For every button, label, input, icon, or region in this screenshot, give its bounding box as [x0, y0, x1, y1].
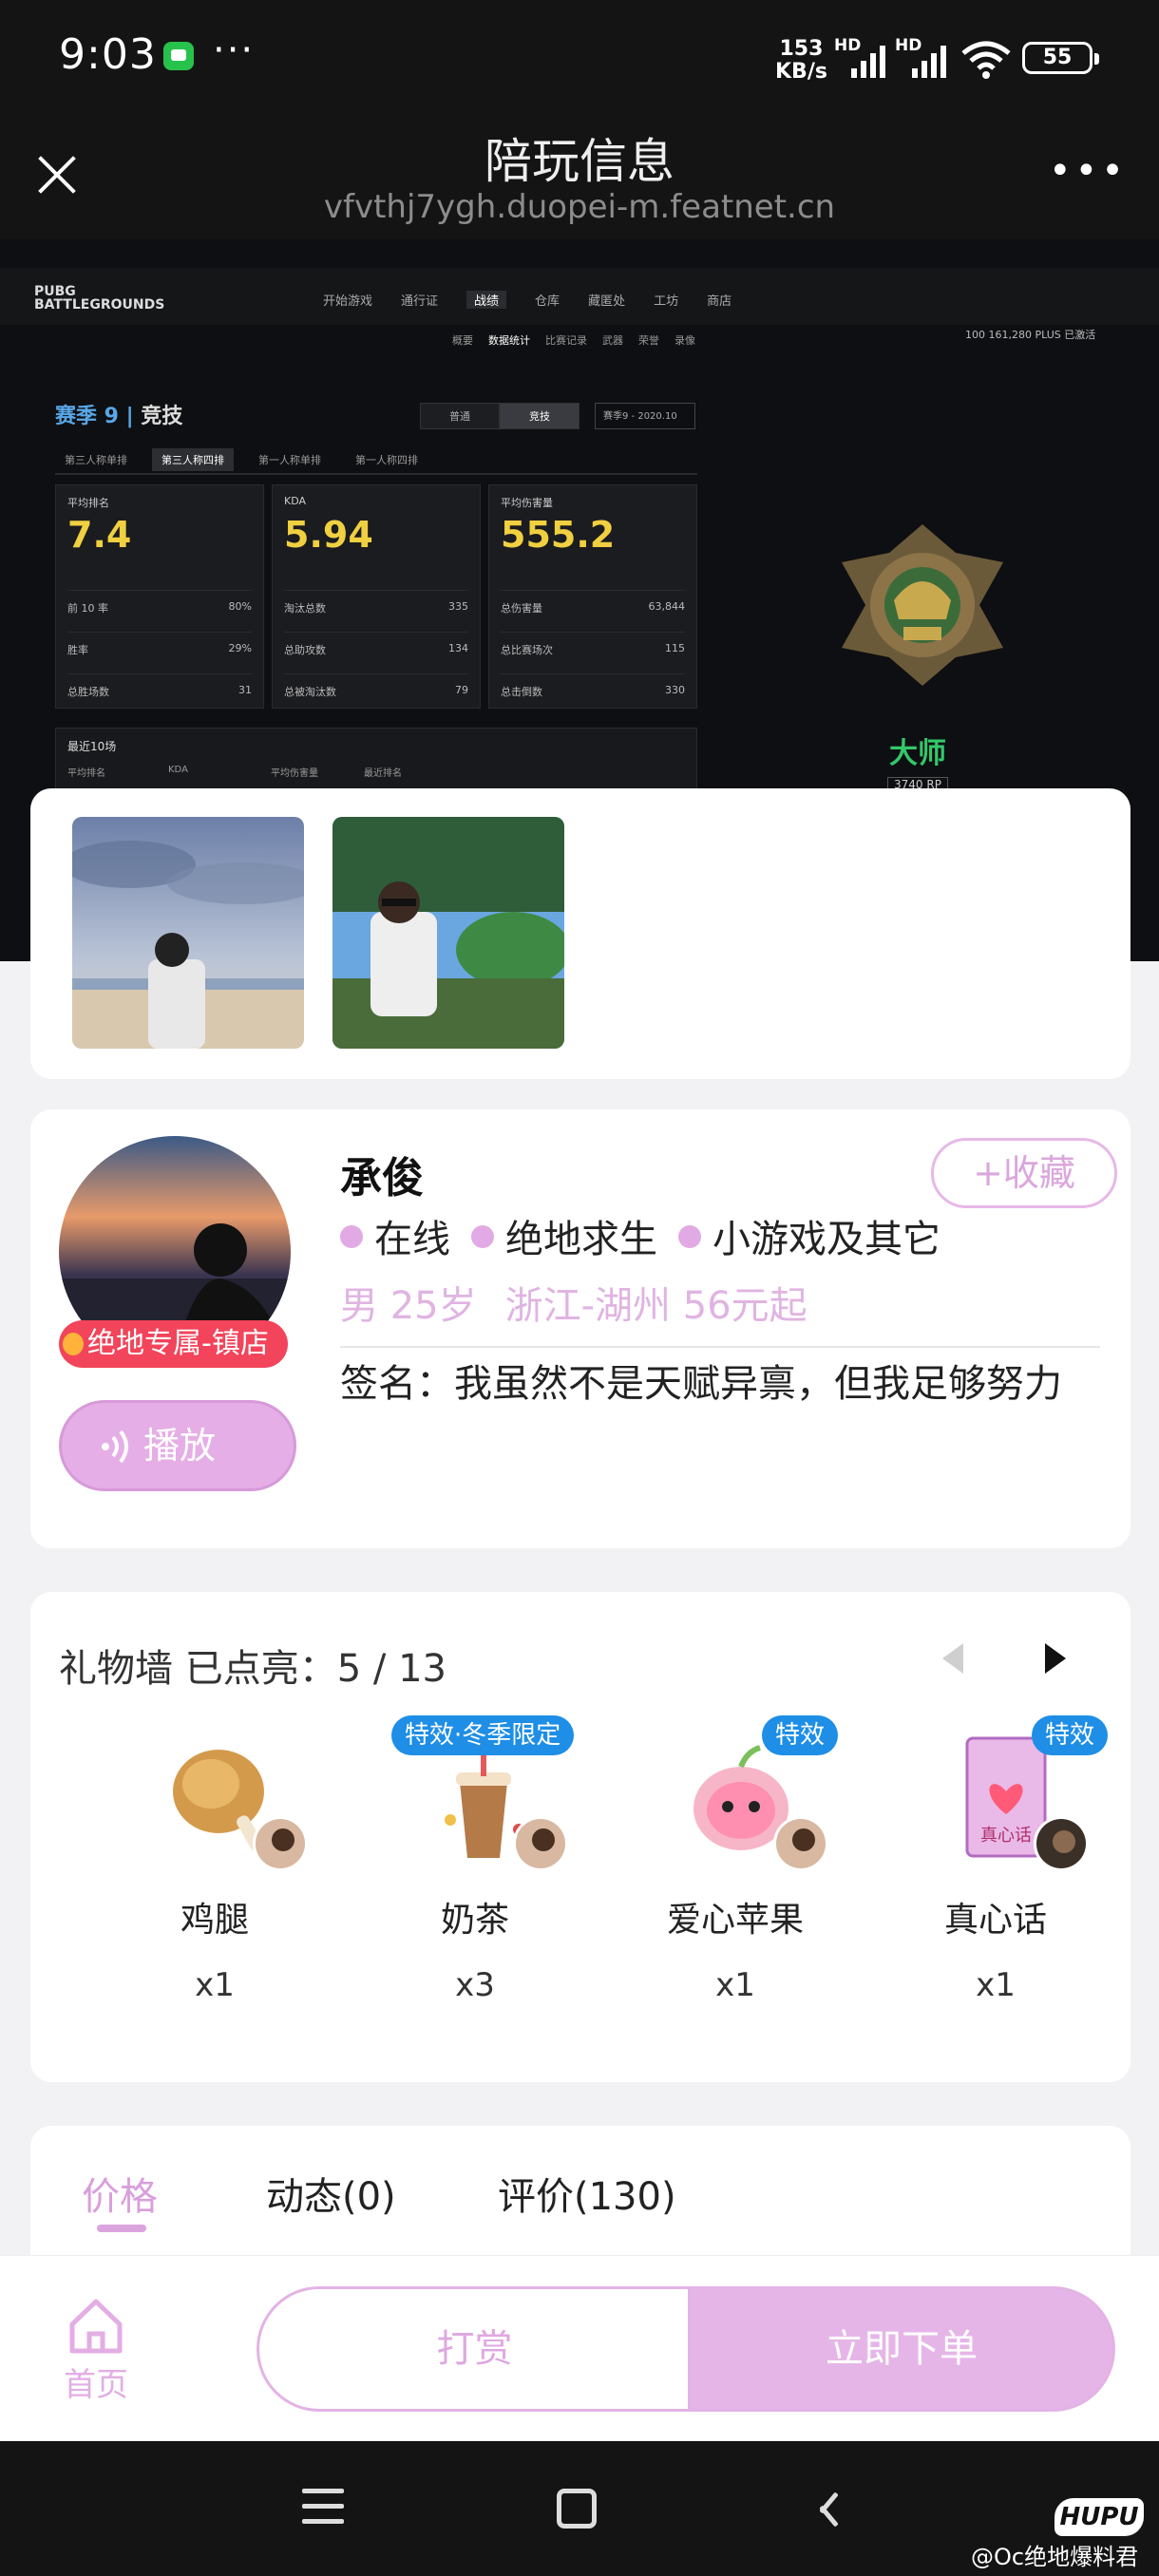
tab-price[interactable]: 价格 [82, 2166, 158, 2221]
gift-item-love-apple[interactable]: 爱心苹果 x1 [631, 1734, 840, 2048]
location-price: 浙江-湖州 56元起 [504, 1284, 808, 1328]
gift-wall-title: 礼物墙 已点亮：5 / 13 [59, 1647, 446, 1691]
signal-icon: HD [834, 36, 891, 78]
tab-reviews[interactable]: 评价(130) [498, 2166, 676, 2221]
battery-icon: 55 [1022, 42, 1099, 74]
signal-icon-2: HD [895, 36, 952, 78]
sender-avatar [513, 1816, 568, 1871]
menu-icon[interactable] [302, 2489, 344, 2527]
home-button[interactable]: 首页 [53, 2296, 139, 2404]
tag-other: 小游戏及其它 [678, 1208, 940, 1263]
effect-tag: 特效 [762, 1715, 839, 1755]
order-now-button[interactable]: 立即下单 [688, 2286, 1115, 2412]
divider [340, 1346, 1100, 1348]
mode-ranked: 竞技 [500, 403, 580, 429]
gender-age: 男 25岁 [340, 1284, 477, 1328]
effect-tag: 特效·冬季限定 [391, 1715, 575, 1755]
app-screen: 9:03 ··· 153 KB/s HD HD 55 陪玩信息 vfvthj7y… [0, 0, 1159, 2576]
tag-game: 绝地求生 [471, 1208, 657, 1263]
game-nav: 开始游戏 通行证 战绩 仓库 藏匿处 工坊 商店 [323, 291, 732, 309]
game-subnav-item: 录像 [674, 334, 695, 347]
photo-2[interactable] [332, 817, 564, 1049]
collect-button[interactable]: +收藏 [931, 1138, 1117, 1208]
game-subnav-item: 概要 [452, 334, 473, 347]
season-title: 赛季 9 | 竞技 [55, 405, 183, 428]
photo-gallery [30, 788, 1130, 1079]
more-notifications-icon: ··· [213, 28, 256, 72]
game-nav-item: 藏匿处 [588, 294, 626, 309]
network-speed: 153 KB/s [775, 37, 827, 84]
webview-header: 陪玩信息 vfvthj7ygh.duopei-m.featnet.cn ••• [0, 114, 1159, 239]
hupu-logo: HUPU [1054, 2498, 1144, 2536]
signature: 签名：我虽然不是天赋异禀，但我足够努力 [340, 1362, 1062, 1406]
perspective-tab-selected: 第三人称四排 [152, 448, 234, 471]
gift-item-drumstick[interactable]: 鸡腿 x1 [110, 1734, 319, 2048]
game-nav-item: 仓库 [535, 294, 560, 309]
game-subnav-item: 荣誉 [638, 334, 659, 347]
profile-info: 男 25岁 浙江-湖州 56元起 [340, 1275, 808, 1330]
stat-card-avg-rank: 平均排名 7.4 前 10 率 80% 胜率 29% 总胜场数 31 [55, 484, 264, 709]
gift-item-truth[interactable]: 真心话 真心话 x1 [891, 1734, 1100, 2048]
season-select: 赛季9 - 2020.10 [595, 403, 695, 429]
game-subnav-item: 武器 [602, 334, 623, 347]
game-nav-item: 工坊 [654, 294, 679, 309]
bottom-action-bar: 首页 打赏 立即下单 [0, 2255, 1159, 2441]
tab-moments[interactable]: 动态(0) [266, 2166, 396, 2221]
profile-card: 绝地专属-镇店 播放 承俊 +收藏 在线 绝地求生 小游戏及其它 男 25岁 浙… [30, 1109, 1130, 1548]
voice-play-button[interactable]: 播放 [59, 1400, 296, 1491]
game-nav-item: 通行证 [401, 294, 439, 309]
rank-medal-icon [842, 524, 1003, 686]
effect-tag: 特效 [1032, 1715, 1109, 1755]
game-subnav-item: 比赛记录 [545, 334, 587, 347]
sender-avatar [1034, 1816, 1089, 1871]
perspective-tab: 第三人称单排 [65, 454, 127, 466]
sound-wave-icon [102, 1430, 128, 1464]
game-subnav: 概要 数据统计 比赛记录 武器 荣誉 录像 [452, 332, 695, 348]
status-bar: 9:03 ··· 153 KB/s HD HD 55 [0, 0, 1159, 114]
more-options-icon[interactable]: ••• [1049, 152, 1128, 190]
sender-avatar [773, 1816, 828, 1871]
prev-arrow-icon[interactable] [942, 1643, 963, 1674]
sender-avatar [253, 1816, 308, 1871]
svg-text:真心话: 真心话 [980, 1826, 1032, 1846]
pubg-logo: PUBG BATTLEGROUNDS [34, 284, 165, 313]
photo-1[interactable] [72, 817, 304, 1049]
tab-indicator [97, 2225, 146, 2232]
profile-name: 承俊 [340, 1154, 424, 1203]
perspective-tabs: 第三人称单排 第三人称四排 第一人称单排 第一人称四排 [55, 448, 428, 471]
profile-tags: 在线 绝地求生 小游戏及其它 [340, 1208, 940, 1263]
divider [55, 473, 697, 475]
home-square-icon[interactable] [557, 2489, 597, 2529]
perspective-tab: 第一人称单排 [258, 454, 321, 466]
page-title: 陪玩信息 [484, 134, 674, 189]
home-icon [69, 2299, 123, 2354]
game-subnav-item-selected: 数据统计 [488, 334, 530, 347]
next-arrow-icon[interactable] [1045, 1643, 1066, 1674]
stat-card-kda: KDA 5.94 淘汰总数 335 总助攻数 134 总被淘汰数 79 [272, 484, 481, 709]
game-nav-item: 商店 [707, 294, 732, 309]
tip-button[interactable]: 打赏 [256, 2286, 690, 2412]
status-time: 9:03 [59, 30, 157, 79]
tag-online: 在线 [340, 1208, 450, 1263]
stat-card-damage: 平均伤害量 555.2 总伤害量 63,844 总比赛场次 115 总击倒数 330 [488, 484, 697, 709]
game-nav-item-selected: 战绩 [466, 291, 507, 309]
gift-item-milk-tea[interactable]: 奶茶 x3 [370, 1734, 580, 2048]
mode-toggle: 普通 竞技 [420, 403, 580, 429]
page-url: vfvthj7ygh.duopei-m.featnet.cn [323, 188, 836, 226]
perspective-tab: 第一人称四排 [355, 454, 418, 466]
wifi-icon [961, 41, 1011, 79]
message-app-icon [163, 42, 194, 70]
store-badge: 绝地专属-镇店 [59, 1320, 288, 1368]
game-currency: 100 161,280 PLUS 已激活 [965, 329, 1096, 341]
gift-wall: 礼物墙 已点亮：5 / 13 鸡腿 x1 奶茶 x3 特效·冬季限定 爱心苹果 … [30, 1592, 1130, 2082]
game-nav-item: 开始游戏 [323, 294, 373, 309]
rank-name: 大师 [889, 737, 946, 770]
mode-normal: 普通 [420, 403, 500, 429]
watermark: @Oc绝地爆料君 [971, 2544, 1139, 2570]
back-icon[interactable] [819, 2489, 847, 2527]
